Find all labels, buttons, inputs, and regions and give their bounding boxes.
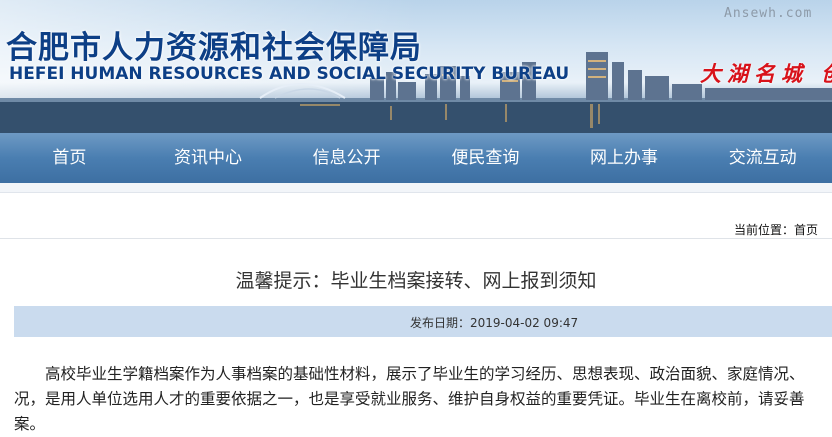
breadcrumb-divider	[0, 238, 832, 239]
bridge-arch	[259, 83, 346, 99]
article-body: 高校毕业生学籍档案作为人事档案的基础性材料，展示了毕业生的学习经历、思想表现、政…	[14, 362, 832, 437]
article-line: 案。	[14, 415, 46, 433]
nav-item-online-service[interactable]: 网上办事	[555, 133, 694, 183]
nav-item-home[interactable]: 首页	[0, 133, 139, 183]
breadcrumb[interactable]: 当前位置：首页	[734, 221, 818, 238]
nav-item-query[interactable]: 便民查询	[416, 133, 555, 183]
nav-item-disclosure[interactable]: 信息公开	[277, 133, 416, 183]
article-title: 温馨提示：毕业生档案接转、网上报到须知	[235, 270, 597, 292]
nav-separator	[0, 183, 832, 193]
nav-item-interaction[interactable]: 交流互动	[693, 133, 832, 183]
publish-date: 发布日期：2019-04-02 09:47	[410, 316, 579, 330]
main-nav: 首页 资讯中心 信息公开 便民查询 网上办事 交流互动	[0, 133, 832, 183]
lake-water	[0, 100, 832, 133]
article-line: 高校毕业生学籍档案作为人事档案的基础性材料，展示了毕业生的学习经历、思想表现、政…	[14, 365, 805, 383]
article-line: 况，是用人单位选用人才的重要依据之一，也是享受就业服务、维护自身权益的重要凭证。…	[14, 390, 805, 408]
nav-item-news[interactable]: 资讯中心	[139, 133, 278, 183]
site-subtitle: HEFEI HUMAN RESOURCES AND SOCIAL SECURIT…	[9, 64, 570, 84]
slogan-text: 大湖名城 创	[700, 61, 832, 86]
watermark-text: Ansewh.com	[724, 6, 813, 21]
site-title: 合肥市人力资源和社会保障局	[6, 30, 422, 66]
header-banner: Ansewh.com 合肥市人力资源和社会保障局 HEFEI HUMAN RES…	[0, 0, 832, 133]
